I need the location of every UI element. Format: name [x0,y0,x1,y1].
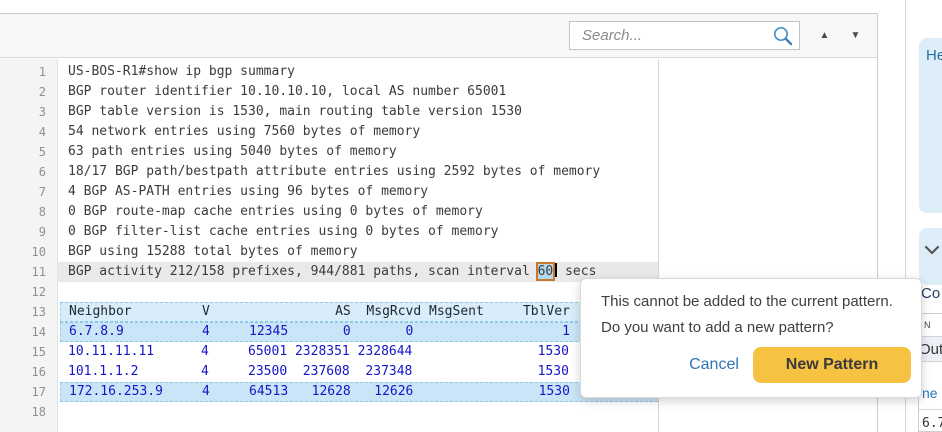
editor-toolbar: ▲ ▼ [0,14,877,58]
line-text[interactable]: 6.7.8.9 4 12345 0 0 1 0 [60,322,658,342]
search-input[interactable] [570,22,799,49]
new-pattern-dialog: This cannot be added to the current patt… [580,278,922,398]
line-number: 10 [0,242,58,262]
side-value: 6.7 [922,416,942,431]
cancel-button[interactable]: Cancel [676,351,752,379]
line-number: 15 [0,342,58,362]
dialog-message: This cannot be added to the current patt… [601,289,893,341]
code-line: 1US-BOS-R1#show ip bgp summary [0,62,877,82]
line-text[interactable] [58,282,658,302]
code-line: 80 BGP route-map cache entries using 0 b… [0,202,877,222]
code-line: 2BGP router identifier 10.10.10.10, loca… [0,82,877,102]
code-line: 454 network entries using 7560 bytes of … [0,122,877,142]
side-card-help[interactable]: He [919,38,942,213]
search-icon[interactable] [772,25,794,47]
chevron-down-icon [923,244,941,256]
line-text[interactable]: 172.16.253.9 4 64513 12628 12626 1530 0 [60,382,658,402]
new-pattern-button[interactable]: New Pattern [753,347,911,383]
line-number: 9 [0,222,58,242]
dialog-message-line1: This cannot be added to the current patt… [601,289,893,315]
line-text[interactable]: 18/17 BGP path/bestpath attribute entrie… [58,162,658,182]
line-number: 3 [0,102,58,122]
code-line: 10BGP using 15288 total bytes of memory [0,242,877,262]
line-text[interactable]: 10.11.11.11 4 65001 2328351 2328644 1530… [58,342,658,362]
line-text[interactable]: 63 path entries using 5040 bytes of memo… [58,142,658,162]
line-number: 11 [0,262,58,282]
line-number: 12 [0,282,58,302]
line-number: 13 [0,302,58,322]
side-card-collapse[interactable] [919,228,942,285]
line-text[interactable] [58,402,658,422]
line-text[interactable]: BGP using 15288 total bytes of memory [58,242,658,262]
line-number: 7 [0,182,58,202]
matched-token[interactable]: 60 [538,264,554,279]
side-mini-label: N [924,320,931,330]
line-number: 5 [0,142,58,162]
code-line: 90 BGP filter-list cache entries using 0… [0,222,877,242]
code-line: 563 path entries using 5040 bytes of mem… [0,142,877,162]
line-text[interactable]: BGP router identifier 10.10.10.10, local… [58,82,658,102]
code-line: 618/17 BGP path/bestpath attribute entri… [0,162,877,182]
text-cursor [555,263,557,277]
search-next-button[interactable]: ▼ [842,23,869,49]
code-line: 74 BGP AS-PATH entries using 96 bytes of… [0,182,877,202]
dialog-message-line2: Do you want to add a new pattern? [601,315,893,341]
line-number: 4 [0,122,58,142]
side-divider [918,409,942,410]
line-number: 1 [0,62,58,82]
line-number: 14 [0,322,58,342]
line-text[interactable]: 0 BGP filter-list cache entries using 0 … [58,222,658,242]
search-previous-button[interactable]: ▲ [811,23,838,49]
line-number: 16 [0,362,58,382]
side-link[interactable]: ne [922,385,938,401]
line-text[interactable]: BGP table version is 1530, main routing … [58,102,658,122]
code-line: 18 [0,402,877,422]
line-text[interactable]: BGP activity 212/158 prefixes, 944/881 p… [58,262,658,282]
search-box [569,21,800,50]
side-section-label: Co [921,285,940,302]
line-number: 2 [0,82,58,102]
line-number: 6 [0,162,58,182]
line-number: 17 [0,382,58,402]
line-text[interactable]: 0 BGP route-map cache entries using 0 by… [58,202,658,222]
code-line: 3BGP table version is 1530, main routing… [0,102,877,122]
line-text[interactable]: US-BOS-R1#show ip bgp summary [58,62,658,82]
line-text[interactable]: 4 BGP AS-PATH entries using 96 bytes of … [58,182,658,202]
line-text[interactable]: Neighbor V AS MsgRcvd MsgSent TblVer InQ… [60,302,658,322]
line-number: 8 [0,202,58,222]
line-text[interactable]: 101.1.1.2 4 23500 237608 237348 1530 0 [58,362,658,382]
line-text[interactable]: 54 network entries using 7560 bytes of m… [58,122,658,142]
line-number: 18 [0,402,58,422]
